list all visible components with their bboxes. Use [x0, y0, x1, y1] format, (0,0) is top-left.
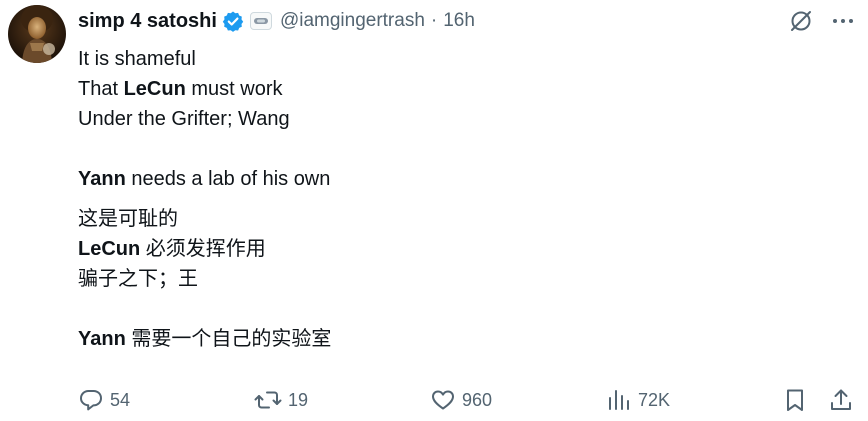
tweet-line-5: 这是可耻的	[78, 208, 178, 230]
affiliate-badge-icon[interactable]	[249, 12, 272, 30]
tweet-line-6: LeCun 必须发挥作用	[78, 238, 266, 260]
bookmark-button[interactable]	[782, 384, 808, 416]
reply-count: 54	[110, 389, 131, 410]
tweet-line-1: It is shameful	[78, 48, 196, 70]
views-button[interactable]: 72K	[606, 384, 670, 416]
tweet-text: It is shameful That LeCun must work Unde…	[78, 44, 838, 354]
reply-button[interactable]: 54	[78, 384, 130, 416]
tweet-line-4: Yann needs a lab of his own	[78, 168, 331, 190]
repost-count: 19	[288, 389, 309, 410]
top-actions	[788, 8, 856, 34]
tweet-line-2: That LeCun must work	[78, 78, 283, 100]
tweet-line-8: Yann 需要一个自己的实验室	[78, 328, 332, 350]
tweet-header: simp 4 satoshi @iamgingertrash · 16h	[78, 8, 475, 34]
repost-icon	[254, 387, 282, 413]
author-display-name[interactable]: simp 4 satoshi	[78, 10, 217, 33]
timestamp[interactable]: 16h	[443, 10, 475, 32]
verified-badge-icon[interactable]	[222, 10, 244, 32]
share-button[interactable]	[828, 384, 854, 416]
grok-icon[interactable]	[788, 8, 814, 34]
heart-icon	[430, 387, 456, 413]
repost-button[interactable]: 19	[254, 384, 308, 416]
like-button[interactable]: 960	[430, 384, 492, 416]
more-icon[interactable]	[830, 8, 856, 34]
like-count: 960	[462, 389, 493, 410]
author-handle[interactable]: @iamgingertrash	[280, 10, 425, 32]
tweet-line-7: 骗子之下；王	[78, 268, 198, 290]
separator-dot: ·	[430, 10, 438, 31]
tweet-line-3: Under the Grifter; Wang	[78, 108, 290, 130]
views-icon	[606, 387, 632, 413]
share-icon	[828, 387, 854, 413]
views-count: 72K	[638, 389, 671, 410]
action-bar: 54 19 960 72K	[78, 384, 860, 416]
avatar[interactable]	[8, 5, 66, 63]
reply-icon	[78, 387, 104, 413]
bookmark-icon	[782, 387, 808, 413]
